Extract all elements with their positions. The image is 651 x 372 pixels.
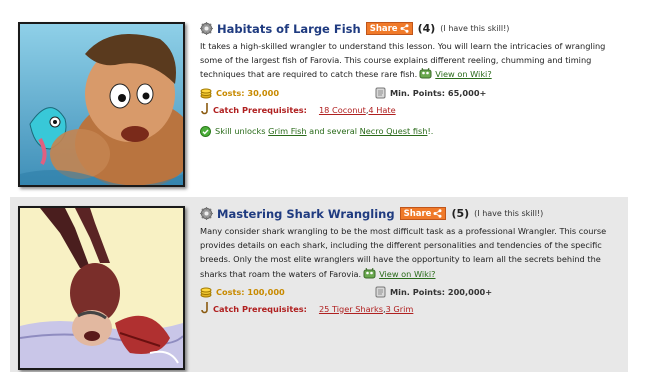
view-on-wiki-link[interactable]: View on Wiki? bbox=[435, 69, 491, 79]
prereq-link-coconut[interactable]: 18 Coconut bbox=[319, 105, 366, 115]
skill-image-large-fish bbox=[18, 22, 185, 187]
gear-icon bbox=[200, 207, 213, 220]
unlock-middle: and several bbox=[309, 126, 358, 137]
cost-text: Costs: 100,000 bbox=[216, 286, 285, 297]
skill-title[interactable]: Mastering Shark Wrangling bbox=[217, 207, 395, 221]
unlock-prefix: Skill unlocks bbox=[215, 126, 266, 137]
skill-level-count: (5) bbox=[451, 207, 470, 220]
description-text: It takes a high-skilled wrangler to unde… bbox=[200, 41, 606, 80]
skill-level-count: (4) bbox=[417, 22, 436, 35]
skill-cost: Costs: 100,000 bbox=[200, 286, 375, 298]
points-icon bbox=[375, 87, 386, 99]
prereq-link-grim[interactable]: 3 Grim bbox=[386, 304, 414, 314]
have-skill-note: (I have this skill!) bbox=[440, 24, 510, 33]
fishing-hook-icon bbox=[201, 302, 208, 314]
skill-title[interactable]: Habitats of Large Fish bbox=[217, 22, 361, 36]
catch-prerequisites: Catch Prerequisites: 25 Tiger Sharks, 3 … bbox=[200, 302, 622, 316]
check-icon bbox=[200, 125, 211, 137]
skill-cost: Costs: 30,000 bbox=[200, 87, 375, 99]
skill-unlocks: Skill unlocks Grim Fish and several Necr… bbox=[200, 125, 622, 137]
cost-text: Costs: 30,000 bbox=[216, 87, 280, 98]
share-button[interactable]: Share bbox=[365, 22, 413, 35]
skill-card-shark-wrangling: Mastering Shark Wrangling Share (5) (I h… bbox=[10, 197, 628, 372]
skill-card-habitats: Habitats of Large Fish Share (4) (I have… bbox=[10, 0, 628, 189]
fishing-hook-icon bbox=[201, 103, 208, 115]
skill-description: It takes a high-skilled wrangler to unde… bbox=[200, 39, 620, 82]
gear-icon bbox=[200, 22, 213, 35]
skill-info: Mastering Shark Wrangling Share (5) (I h… bbox=[200, 205, 622, 316]
unlock-link-grim-fish[interactable]: Grim Fish bbox=[268, 126, 306, 136]
share-label: Share bbox=[369, 23, 398, 34]
prereq-link-tiger-sharks[interactable]: 25 Tiger Sharks bbox=[319, 304, 383, 314]
skill-info: Habitats of Large Fish Share (4) (I have… bbox=[200, 20, 622, 137]
unlock-suffix: !. bbox=[427, 126, 434, 137]
share-icon bbox=[400, 24, 409, 33]
prereq-label: Catch Prerequisites: bbox=[213, 104, 307, 115]
min-points-text: Min. Points: 65,000+ bbox=[390, 87, 487, 98]
skill-description: Many consider shark wrangling to be the … bbox=[200, 224, 620, 281]
unlock-link-necro-quest-fish[interactable]: Necro Quest fish bbox=[360, 126, 428, 136]
wiki-creature-icon bbox=[363, 267, 376, 279]
wiki-creature-icon bbox=[419, 68, 432, 79]
min-points-text: Min. Points: 200,000+ bbox=[390, 286, 493, 297]
coins-icon bbox=[200, 88, 212, 99]
points-icon bbox=[375, 286, 386, 298]
view-on-wiki-link[interactable]: View on Wiki? bbox=[379, 269, 435, 279]
skill-min-points: Min. Points: 65,000+ bbox=[375, 87, 486, 99]
share-icon bbox=[433, 209, 442, 218]
prereq-link-hate[interactable]: 4 Hate bbox=[368, 105, 395, 115]
have-skill-note: (I have this skill!) bbox=[474, 209, 544, 218]
prereq-label: Catch Prerequisites: bbox=[213, 303, 307, 314]
share-button[interactable]: Share bbox=[399, 207, 447, 220]
catch-prerequisites: Catch Prerequisites: 18 Coconut, 4 Hate bbox=[200, 103, 622, 117]
skill-min-points: Min. Points: 200,000+ bbox=[375, 286, 492, 298]
share-label: Share bbox=[403, 208, 432, 219]
coins-icon bbox=[200, 287, 212, 298]
skill-image-shark bbox=[18, 206, 185, 370]
